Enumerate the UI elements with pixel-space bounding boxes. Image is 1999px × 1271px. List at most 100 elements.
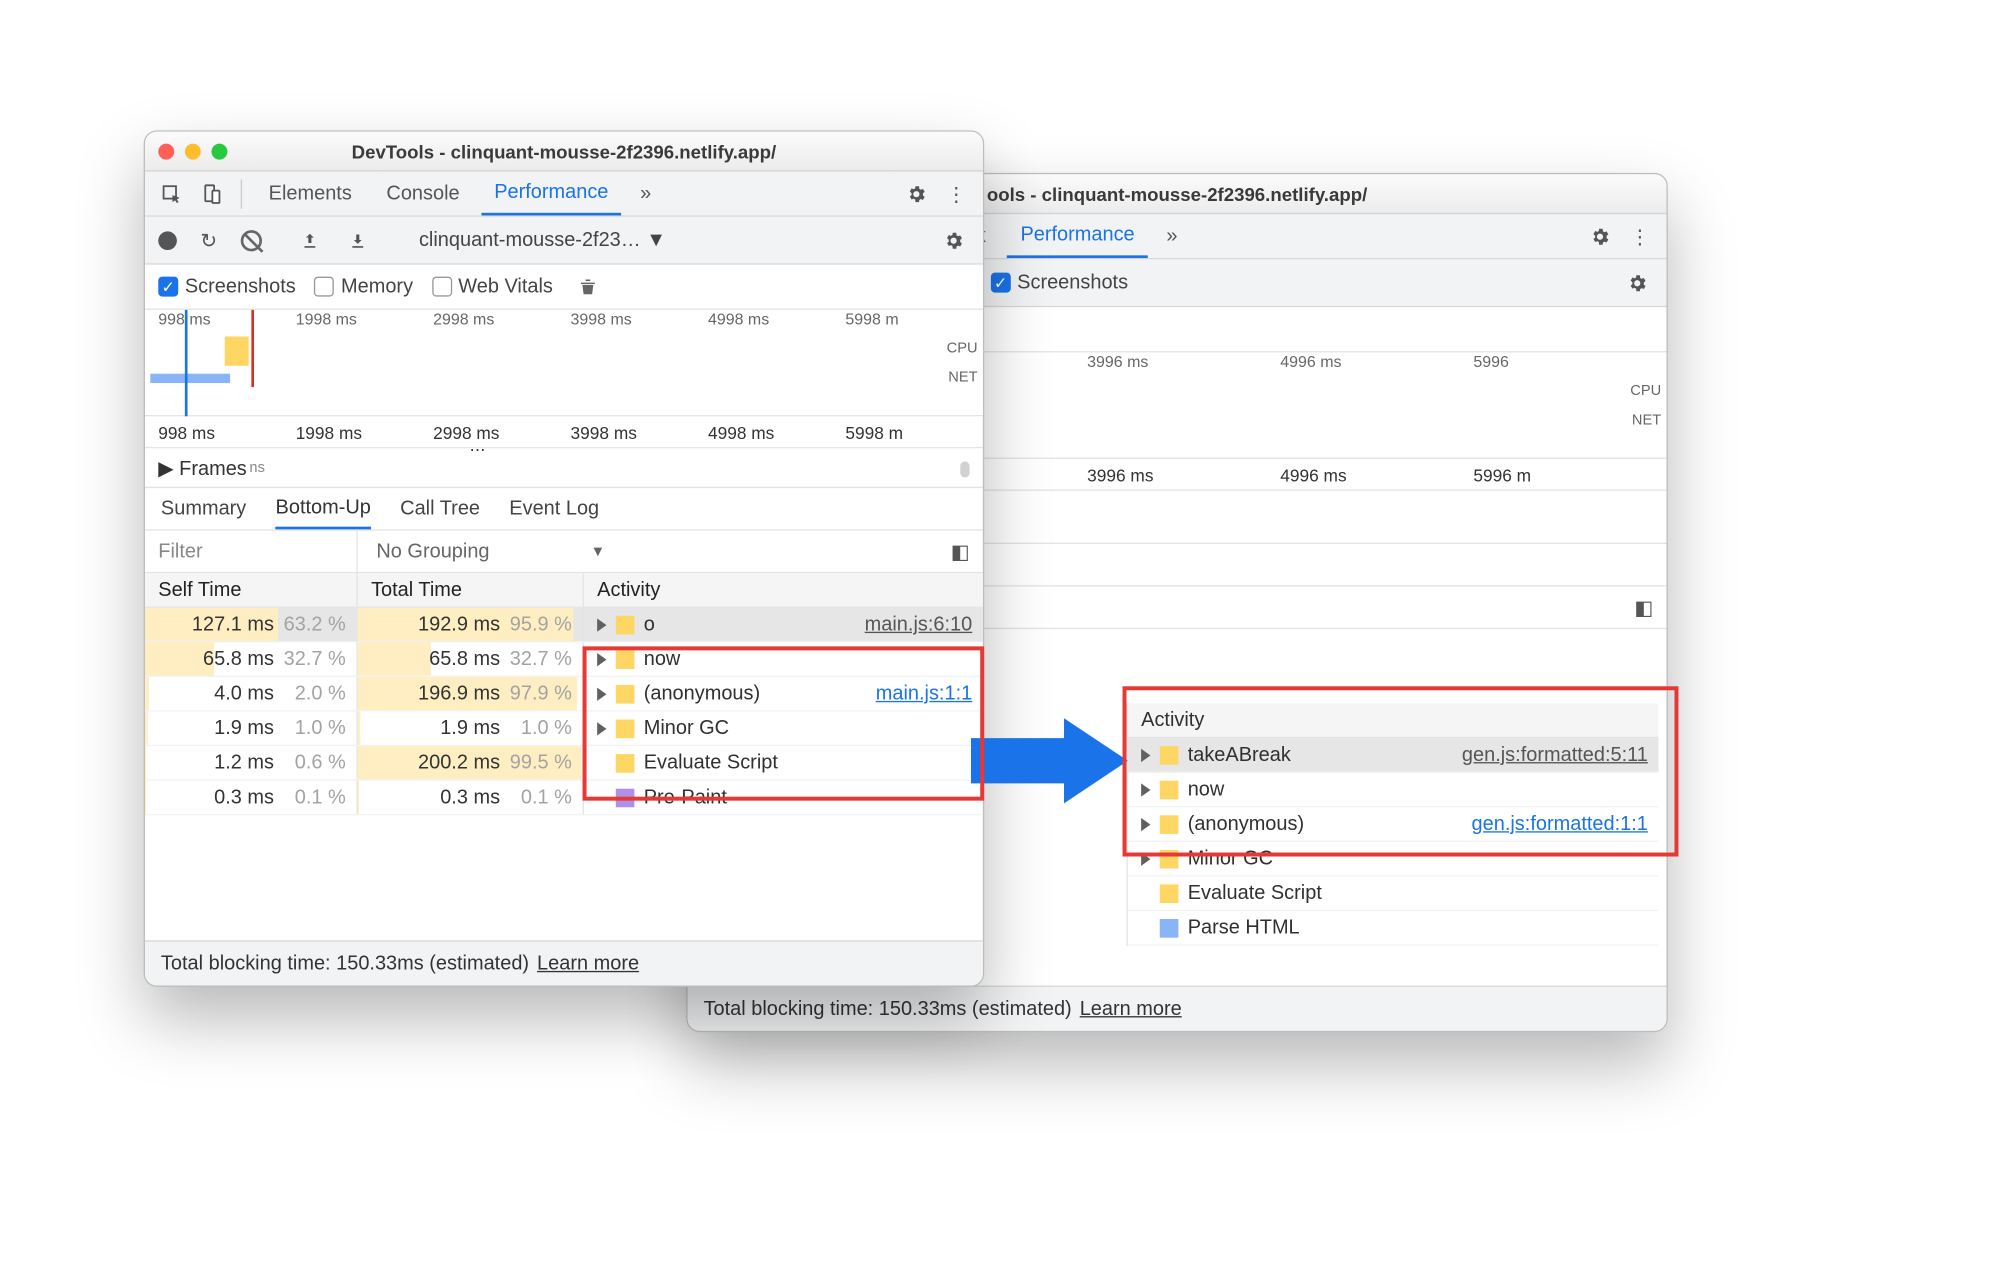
traffic-lights[interactable] [145, 132, 227, 171]
expand-icon[interactable] [597, 652, 606, 665]
column-activity[interactable]: Activity [584, 573, 983, 606]
filter-input[interactable]: Filter [145, 530, 358, 573]
expand-icon[interactable] [1141, 852, 1150, 865]
activity-type-icon [1160, 745, 1179, 764]
device-icon[interactable] [196, 178, 228, 210]
activity-type-icon [616, 753, 635, 772]
expand-icon[interactable] [1141, 817, 1150, 830]
gear-icon[interactable] [938, 224, 970, 256]
perf-toolbar: ↻ clinquant-mousse-2f23… ▼ [145, 217, 983, 265]
activity-name: Evaluate Script [1188, 882, 1322, 905]
column-activity[interactable]: Activity [1128, 704, 1659, 739]
memory-checkbox[interactable]: Memory [314, 275, 413, 298]
marker-end[interactable] [251, 310, 254, 387]
tab-elements[interactable]: Elements [255, 171, 365, 216]
checkbox-icon [158, 277, 178, 297]
table-row[interactable]: Minor GC [1128, 842, 1659, 877]
kebab-icon[interactable]: ⋮ [1624, 220, 1656, 252]
detail-ruler[interactable]: 998 ms 1998 ms 2998 ms 3998 ms 4998 ms 5… [145, 416, 983, 448]
recording-url[interactable]: clinquant-mousse-2f23… ▼ [406, 226, 680, 254]
clear-icon[interactable] [241, 229, 262, 250]
screenshots-checkbox[interactable]: Screenshots [991, 271, 1129, 294]
source-link[interactable]: main.js:6:10 [865, 613, 973, 636]
table-row[interactable]: 0.3 ms0.1 %0.3 ms0.1 %Pre-Paint [145, 781, 983, 816]
activity-type-icon [616, 788, 635, 807]
table-row[interactable]: Parse HTML [1128, 911, 1659, 946]
source-link[interactable]: gen.js:formatted:1:1 [1472, 813, 1648, 836]
reload-icon[interactable]: ↻ [193, 224, 225, 256]
close-icon[interactable] [158, 143, 174, 159]
table-row[interactable]: now [1128, 773, 1659, 808]
activity-type-icon [616, 719, 635, 738]
gear-icon[interactable] [1584, 220, 1616, 252]
subtab-calltree[interactable]: Call Tree [400, 487, 480, 530]
upload-icon[interactable] [294, 224, 326, 256]
marker-start[interactable] [185, 310, 188, 416]
webvitals-checkbox[interactable]: Web Vitals [432, 275, 553, 298]
options-row: Screenshots Memory Web Vitals [145, 265, 983, 310]
tab-performance[interactable]: Performance [481, 172, 622, 216]
activity-name: (anonymous) [1188, 813, 1304, 836]
activity-type-icon [1160, 815, 1179, 834]
table-row[interactable]: 65.8 ms32.7 %65.8 ms32.7 %now [145, 642, 983, 677]
activity-name: Minor GC [1188, 847, 1273, 870]
table-row[interactable]: takeABreak gen.js:formatted:5:11 [1128, 738, 1659, 773]
expand-icon[interactable] [597, 722, 606, 735]
table-row[interactable]: Evaluate Script [1128, 876, 1659, 911]
column-total-time[interactable]: Total Time [358, 573, 584, 606]
screenshots-checkbox[interactable]: Screenshots [158, 275, 296, 298]
activity-name: o [644, 613, 655, 636]
source-link[interactable]: gen.js:formatted:5:11 [1462, 743, 1648, 766]
inspect-icon[interactable] [156, 178, 188, 210]
table-row[interactable]: (anonymous) gen.js:formatted:1:1 [1128, 807, 1659, 842]
net-label: NET [1630, 406, 1661, 435]
titlebar[interactable]: DevTools - clinquant-mousse-2f2396.netli… [145, 132, 983, 172]
table-row[interactable]: 127.1 ms63.2 %192.9 ms95.9 %omain.js:6:1… [145, 608, 983, 643]
more-tabs-icon[interactable]: » [630, 178, 662, 210]
window-title: ools - clinquant-mousse-2f2396.netlify.a… [987, 183, 1367, 204]
activity-name: Pre-Paint [644, 786, 727, 809]
expand-icon[interactable] [597, 687, 606, 700]
net-label: NET [947, 363, 978, 392]
grouping-select[interactable]: No Grouping [376, 540, 489, 563]
tab-console[interactable]: Console [373, 171, 473, 216]
overview-timeline[interactable]: 998 ms 1998 ms 2998 ms 3998 ms 4998 ms 5… [145, 310, 983, 416]
filter-row: Filter No Grouping▼ ◧ [145, 531, 983, 574]
table-row[interactable]: 1.9 ms1.0 %1.9 ms1.0 %Minor GC [145, 712, 983, 747]
learn-more-link[interactable]: Learn more [1080, 998, 1182, 1021]
tab-performance[interactable]: Performance [1007, 214, 1148, 258]
column-self-time[interactable]: Self Time [145, 573, 358, 606]
kebab-icon[interactable]: ⋮ [940, 178, 972, 210]
show-sidebar-icon[interactable]: ◧ [951, 539, 983, 563]
main-toolbar: Elements Console Performance » ⋮ [145, 172, 983, 217]
checkbox-icon [991, 273, 1011, 293]
activity-name: Minor GC [644, 717, 729, 740]
activity-type-icon [616, 615, 635, 634]
activity-type-icon [616, 650, 635, 669]
gear-icon[interactable] [1621, 267, 1653, 299]
trash-icon[interactable] [572, 271, 604, 303]
table-row[interactable]: 1.2 ms0.6 %200.2 ms99.5 %Evaluate Script [145, 746, 983, 781]
source-link[interactable]: main.js:1:1 [876, 682, 972, 705]
activity-name: now [644, 648, 681, 671]
expand-icon[interactable] [1141, 748, 1150, 761]
more-tabs-icon[interactable]: » [1156, 220, 1188, 252]
expand-icon[interactable] [1141, 783, 1150, 796]
subtab-eventlog[interactable]: Event Log [509, 487, 599, 530]
activity-type-icon [1160, 780, 1179, 799]
activity-name: takeABreak [1188, 743, 1291, 766]
table-row[interactable]: 4.0 ms2.0 %196.9 ms97.9 %(anonymous)main… [145, 677, 983, 712]
gear-icon[interactable] [900, 178, 932, 210]
show-sidebar-icon[interactable]: ◧ [1634, 595, 1666, 619]
subtab-bottomup[interactable]: Bottom-Up [276, 488, 371, 529]
activity-name: now [1188, 778, 1225, 801]
minimize-icon[interactable] [185, 143, 201, 159]
activity-name: Parse HTML [1188, 916, 1300, 939]
frames-row[interactable]: ▶ Frames ns [145, 448, 983, 488]
expand-icon[interactable] [597, 618, 606, 631]
record-icon[interactable] [158, 231, 177, 250]
learn-more-link[interactable]: Learn more [537, 952, 639, 975]
zoom-icon[interactable] [211, 143, 227, 159]
download-icon[interactable] [342, 224, 374, 256]
subtab-summary[interactable]: Summary [161, 487, 246, 530]
